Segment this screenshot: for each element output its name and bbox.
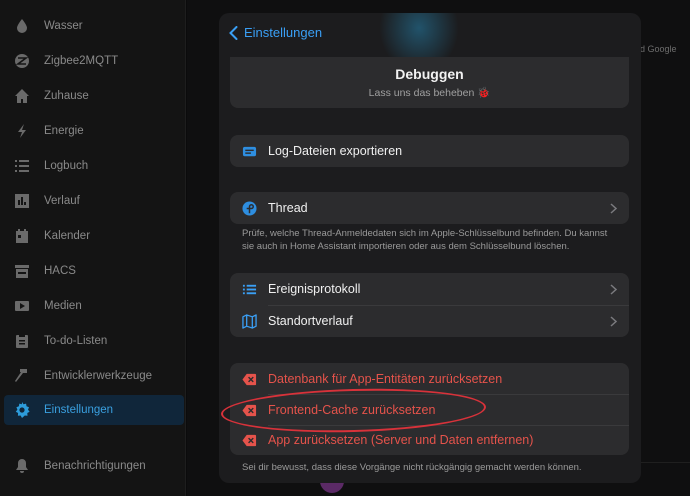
sidebar-item-label: Logbuch xyxy=(44,160,89,172)
hammer-icon xyxy=(14,368,30,384)
sidebar-item-label: Zigbee2MQTT xyxy=(44,55,119,67)
sidebar-item-label: Verlauf xyxy=(44,195,80,207)
sidebar-item-label: To-do-Listen xyxy=(44,335,108,347)
logs-history-card: Ereignisprotokoll Standortverlauf xyxy=(230,273,629,337)
calendar-icon xyxy=(14,228,30,244)
sidebar-item-kalender[interactable]: Kalender xyxy=(4,221,184,251)
sidebar-item-label: Benachrichtigungen xyxy=(44,460,146,472)
thread-note: Prüfe, welche Thread-Anmeldedaten sich i… xyxy=(242,228,608,252)
sidebar-item-label: Energie xyxy=(44,125,84,137)
hacs-icon xyxy=(14,263,30,279)
sidebar-item-benachrichtigungen[interactable]: Benachrichtigungen xyxy=(4,451,184,481)
danger-note: Sei dir bewusst, dass diese Vorgänge nic… xyxy=(242,462,582,473)
delete-icon xyxy=(241,371,257,387)
sidebar-item-zuhause[interactable]: Zuhause xyxy=(4,81,184,111)
reset-database-label: Datenbank für App-Entitäten zurücksetzen xyxy=(268,372,503,386)
sheet-header: Einstellungen xyxy=(219,13,641,73)
list-icon xyxy=(14,158,30,174)
sidebar-item-hacs[interactable]: HACS xyxy=(4,256,184,286)
sidebar-item-medien[interactable]: Medien xyxy=(4,291,184,321)
thread-card: Thread xyxy=(230,192,629,224)
sidebar: Wasser Zigbee2MQTT Zuhause Energie Logbu… xyxy=(0,0,186,496)
zigbee-icon xyxy=(14,53,30,69)
sidebar-item-energie[interactable]: Energie xyxy=(4,116,184,146)
water-drop-icon xyxy=(14,18,30,34)
debug-header-card: Debuggen Lass uns das beheben 🐞 xyxy=(230,57,629,108)
media-icon xyxy=(14,298,30,314)
sidebar-item-label: Wasser xyxy=(44,20,83,32)
lightning-icon xyxy=(14,123,30,139)
chevron-left-icon xyxy=(229,25,238,40)
home-icon xyxy=(14,88,30,104)
event-log-label: Ereignisprotokoll xyxy=(268,282,361,296)
thread-icon xyxy=(241,200,257,216)
sidebar-item-verlauf[interactable]: Verlauf xyxy=(4,186,184,216)
sidebar-item-label: Kalender xyxy=(44,230,91,242)
thread-label: Thread xyxy=(268,201,308,215)
page-subtitle: Lass uns das beheben 🐞 xyxy=(368,87,491,99)
back-button[interactable]: Einstellungen xyxy=(229,25,322,40)
location-history-label: Standortverlauf xyxy=(268,314,353,328)
export-logs-row[interactable]: Log-Dateien exportieren xyxy=(230,135,629,167)
map-icon xyxy=(241,313,257,329)
page-title: Debuggen xyxy=(395,66,464,82)
gear-icon xyxy=(14,402,30,418)
export-logs-card: Log-Dateien exportieren xyxy=(230,135,629,167)
sidebar-item-label: Zuhause xyxy=(44,90,89,102)
chevron-right-icon xyxy=(610,284,617,295)
location-history-row[interactable]: Standortverlauf xyxy=(230,305,629,337)
sidebar-item-entwicklerwerkzeuge[interactable]: Entwicklerwerkzeuge xyxy=(4,361,184,391)
chevron-right-icon xyxy=(610,203,617,214)
reset-app-label: App zurücksetzen (Server und Daten entfe… xyxy=(268,433,534,447)
sidebar-item-logbuch[interactable]: Logbuch xyxy=(4,151,184,181)
delete-icon xyxy=(241,432,257,448)
sidebar-item-todo[interactable]: To-do-Listen xyxy=(4,326,184,356)
export-logs-label: Log-Dateien exportieren xyxy=(268,144,403,158)
chevron-right-icon xyxy=(610,316,617,327)
background-text: d Google xyxy=(640,44,677,54)
clipboard-icon xyxy=(14,333,30,349)
chart-icon xyxy=(14,193,30,209)
sidebar-item-einstellungen[interactable]: Einstellungen xyxy=(4,395,184,425)
list-icon xyxy=(241,281,257,297)
event-log-row[interactable]: Ereignisprotokoll xyxy=(230,273,629,305)
bell-icon xyxy=(14,458,30,474)
export-icon xyxy=(241,143,257,159)
sidebar-item-wasser[interactable]: Wasser xyxy=(4,11,184,41)
sidebar-item-label: Medien xyxy=(44,300,82,312)
sidebar-item-label: Einstellungen xyxy=(44,404,114,416)
back-label: Einstellungen xyxy=(244,25,323,40)
sidebar-item-zigbee2mqtt[interactable]: Zigbee2MQTT xyxy=(4,46,184,76)
sidebar-item-label: HACS xyxy=(44,265,76,277)
thread-row[interactable]: Thread xyxy=(230,192,629,224)
sidebar-item-label: Entwicklerwerkzeuge xyxy=(44,370,153,382)
